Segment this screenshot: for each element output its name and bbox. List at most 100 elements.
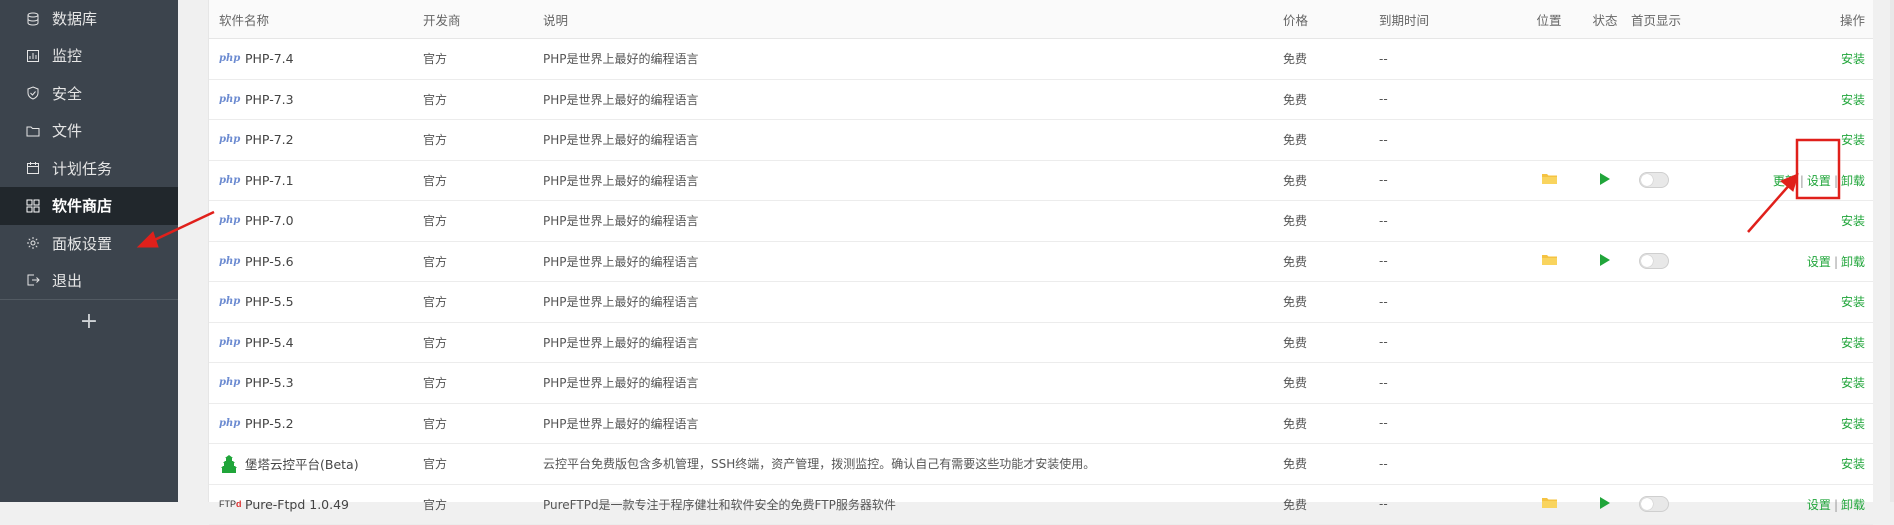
settings-link[interactable]: 设置 <box>1807 255 1831 269</box>
developer-cell: 官方 <box>423 241 543 282</box>
expiry-cell: -- <box>1379 484 1519 525</box>
uninstall-link[interactable]: 卸载 <box>1841 174 1865 188</box>
homepage-cell <box>1631 79 1741 120</box>
table-row: php PHP-7.4 官方 PHP是世界上最好的编程语言 免费 -- 安装 <box>209 38 1873 80</box>
status-cell <box>1579 119 1631 161</box>
status-cell <box>1579 362 1631 404</box>
action-separator: | <box>1833 254 1838 269</box>
location-cell <box>1519 200 1579 242</box>
header-status: 状态 <box>1579 0 1631 39</box>
sidebar-item-label: 计划任务 <box>52 159 113 178</box>
header-actions: 操作 <box>1741 0 1873 39</box>
software-name: php PHP-5.5 <box>219 294 423 309</box>
price-cell: 免费 <box>1283 38 1379 80</box>
monitor-icon <box>26 49 40 63</box>
install-link[interactable]: 安装 <box>1841 457 1865 471</box>
developer-cell: 官方 <box>423 484 543 525</box>
software-name: php PHP-7.2 <box>219 132 423 147</box>
sidebar-item-3[interactable]: 文件 <box>0 112 178 150</box>
software-name: 堡塔云控平台(Beta) <box>219 454 423 474</box>
price-cell: 免费 <box>1283 200 1379 242</box>
sidebar-item-7[interactable]: 退出 <box>0 262 178 300</box>
homepage-toggle[interactable] <box>1639 496 1669 513</box>
install-link[interactable]: 安装 <box>1841 52 1865 66</box>
php-logo-icon: php <box>219 255 241 267</box>
homepage-toggle[interactable] <box>1639 172 1669 189</box>
software-name-text: PHP-5.2 <box>245 415 294 431</box>
status-cell <box>1579 281 1631 323</box>
settings-link[interactable]: 设置 <box>1807 174 1831 188</box>
homepage-cell <box>1631 362 1741 404</box>
running-status-icon[interactable] <box>1600 496 1610 509</box>
expiry-cell: -- <box>1379 281 1519 323</box>
software-table: 软件名称 开发商 说明 价格 到期时间 位置 状态 首页显示 操作 php PHP… <box>209 0 1873 525</box>
gear-icon <box>26 236 40 250</box>
actions-cell: 安装 <box>1741 79 1873 120</box>
shield-icon <box>26 86 40 100</box>
action-separator: | <box>1833 173 1838 188</box>
expiry-cell: -- <box>1379 119 1519 161</box>
price-cell: 免费 <box>1283 443 1379 485</box>
description-cell: PHP是世界上最好的编程语言 <box>543 160 1283 201</box>
location-cell <box>1519 119 1579 161</box>
sidebar-item-label: 退出 <box>52 271 83 290</box>
sidebar: 数据库 监控安全文件计划任务软件商店 面板设置退出 + <box>0 0 178 502</box>
actions-cell: 设置 | 卸载 <box>1741 484 1873 525</box>
sidebar-item-0[interactable]: 数据库 <box>0 0 178 37</box>
software-name-text: 堡塔云控平台(Beta) <box>245 457 359 473</box>
price-cell: 免费 <box>1283 160 1379 201</box>
status-cell <box>1579 484 1631 525</box>
install-link[interactable]: 安装 <box>1841 295 1865 309</box>
uninstall-link[interactable]: 卸载 <box>1841 498 1865 512</box>
main-content: 软件名称 开发商 说明 价格 到期时间 位置 状态 首页显示 操作 php PHP… <box>178 0 1894 525</box>
install-link[interactable]: 安装 <box>1841 214 1865 228</box>
software-name: php PHP-5.4 <box>219 335 423 350</box>
sidebar-item-1[interactable]: 监控 <box>0 37 178 75</box>
running-status-icon[interactable] <box>1600 253 1610 266</box>
add-shortcut-button[interactable]: + <box>0 300 178 344</box>
location-cell <box>1519 281 1579 323</box>
update-link[interactable]: 更新 <box>1773 174 1797 188</box>
sidebar-item-2[interactable]: 安全 <box>0 75 178 113</box>
software-name-text: PHP-7.2 <box>245 132 294 148</box>
header-price[interactable]: 价格 <box>1283 0 1379 39</box>
developer-cell: 官方 <box>423 403 543 444</box>
php-logo-icon: php <box>219 174 241 186</box>
software-name-cell: php PHP-7.3 <box>209 79 423 120</box>
install-link[interactable]: 安装 <box>1841 336 1865 350</box>
developer-cell: 官方 <box>423 362 543 404</box>
php-logo-icon: php <box>219 134 241 146</box>
install-link[interactable]: 安装 <box>1841 93 1865 107</box>
settings-link[interactable]: 设置 <box>1807 498 1831 512</box>
folder-icon[interactable] <box>1541 173 1557 187</box>
scrollbar[interactable] <box>1890 0 1894 502</box>
sidebar-item-5[interactable]: 软件商店 <box>0 187 178 225</box>
sidebar-item-6[interactable]: 面板设置 <box>0 225 178 263</box>
sidebar-item-4[interactable]: 计划任务 <box>0 150 178 188</box>
header-name[interactable]: 软件名称 <box>209 0 423 39</box>
price-cell: 免费 <box>1283 281 1379 323</box>
expiry-cell: -- <box>1379 322 1519 363</box>
software-panel: 软件名称 开发商 说明 价格 到期时间 位置 状态 首页显示 操作 php PHP… <box>208 0 1873 525</box>
description-cell: PHP是世界上最好的编程语言 <box>543 38 1283 80</box>
folder-icon[interactable] <box>1541 497 1557 511</box>
folder-icon[interactable] <box>1541 254 1557 268</box>
actions-cell: 设置 | 卸载 <box>1741 241 1873 282</box>
location-cell <box>1519 443 1579 485</box>
install-link[interactable]: 安装 <box>1841 133 1865 147</box>
software-name: FTPd Pure-Ftpd 1.0.49 <box>219 497 423 512</box>
software-name-text: PHP-5.5 <box>245 294 294 310</box>
table-row: php PHP-5.4 官方 PHP是世界上最好的编程语言 免费 -- 安装 <box>209 322 1873 363</box>
actions-cell: 更新 | 设置 | 卸载 <box>1741 160 1873 201</box>
homepage-toggle[interactable] <box>1639 253 1669 270</box>
install-link[interactable]: 安装 <box>1841 417 1865 431</box>
software-name-text: PHP-7.1 <box>245 172 294 188</box>
running-status-icon[interactable] <box>1600 172 1610 185</box>
software-name-text: PHP-5.3 <box>245 375 294 391</box>
install-link[interactable]: 安装 <box>1841 376 1865 390</box>
location-cell <box>1519 362 1579 404</box>
location-cell <box>1519 322 1579 363</box>
header-developer: 开发商 <box>423 0 543 39</box>
sidebar-item-label: 安全 <box>52 84 83 103</box>
uninstall-link[interactable]: 卸载 <box>1841 255 1865 269</box>
